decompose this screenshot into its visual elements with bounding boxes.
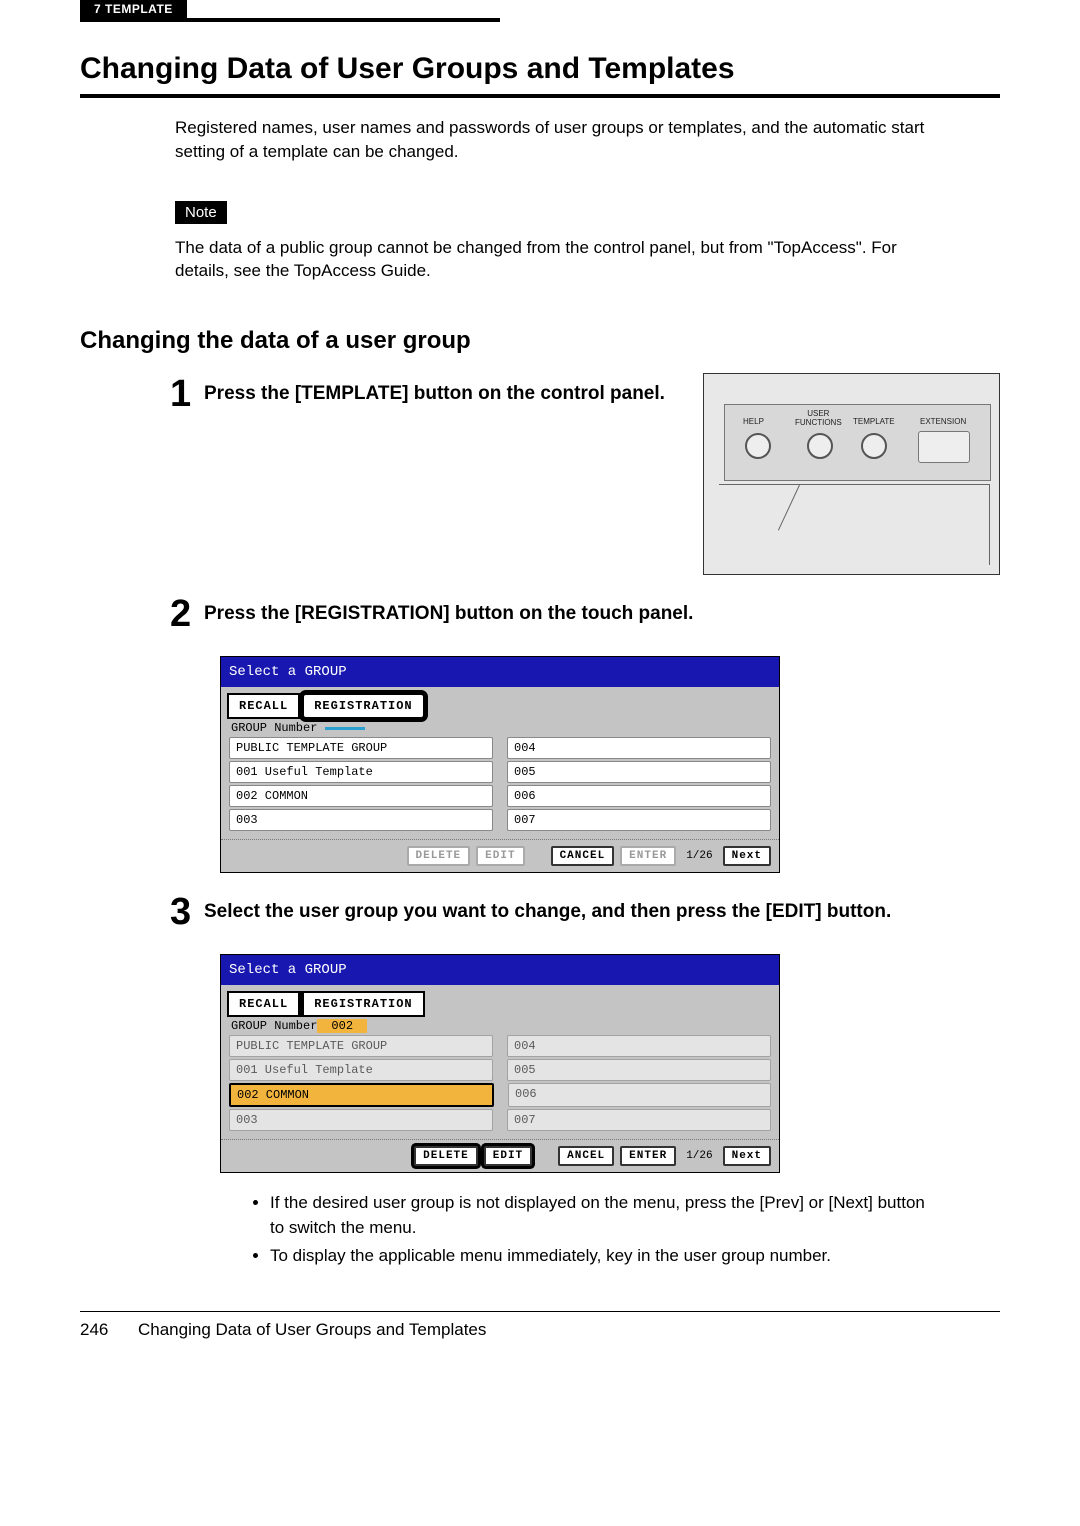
group-row[interactable]: 006	[507, 785, 771, 807]
help-label: HELP	[743, 417, 764, 426]
template-label: TEMPLATE	[853, 417, 895, 426]
recall-tab[interactable]: RECALL	[227, 991, 302, 1017]
group-row-selected[interactable]: 002 COMMON	[229, 1083, 494, 1107]
section-heading: Changing the data of a user group	[80, 327, 1000, 355]
step-text: Select the user group you want to change…	[204, 899, 1000, 926]
group-row[interactable]: 005	[507, 761, 771, 783]
group-row[interactable]: 005	[507, 1059, 771, 1081]
bullet-item: If the desired user group is not display…	[270, 1191, 940, 1240]
help-button[interactable]	[745, 433, 771, 459]
group-row[interactable]: PUBLIC TEMPLATE GROUP	[229, 737, 493, 759]
group-row[interactable]: 001 Useful Template	[229, 1059, 493, 1081]
step-number: 3	[170, 891, 204, 934]
screen-title: Select a GROUP	[221, 657, 779, 687]
cancel-button[interactable]: CANCEL	[551, 846, 615, 866]
group-number-value[interactable]: 002	[317, 1019, 367, 1033]
footer-title: Changing Data of User Groups and Templat…	[138, 1320, 486, 1340]
user-functions-label: USER FUNCTIONS	[795, 409, 842, 427]
page-title: Changing Data of User Groups and Templat…	[80, 52, 1000, 86]
delete-button[interactable]: DELETE	[407, 846, 471, 866]
chapter-tab: 7 TEMPLATE	[80, 0, 187, 20]
edit-button[interactable]: EDIT	[476, 846, 524, 866]
group-row[interactable]: 003	[229, 1109, 493, 1131]
group-row[interactable]: 007	[507, 1109, 771, 1131]
bullet-item: To display the applicable menu immediate…	[270, 1244, 940, 1269]
note-text: The data of a public group cannot be cha…	[175, 236, 955, 284]
extension-button[interactable]	[918, 431, 970, 463]
group-row[interactable]: 001 Useful Template	[229, 761, 493, 783]
group-row[interactable]: 003	[229, 809, 493, 831]
registration-tab[interactable]: REGISTRATION	[302, 693, 424, 719]
page-indicator: 1/26	[686, 1150, 712, 1162]
group-number-label: GROUP Number	[231, 721, 317, 735]
delete-button[interactable]: DELETE	[414, 1146, 478, 1166]
step-text: Press the [REGISTRATION] button on the t…	[204, 601, 1000, 628]
template-button[interactable]	[861, 433, 887, 459]
group-row[interactable]: 004	[507, 737, 771, 759]
step-number: 2	[170, 593, 204, 636]
cancel-button[interactable]: ANCEL	[558, 1146, 614, 1166]
step-number: 1	[170, 373, 204, 416]
group-row[interactable]: 006	[508, 1083, 771, 1107]
step-text: Press the [TEMPLATE] button on the contr…	[204, 381, 683, 408]
intro-text: Registered names, user names and passwor…	[175, 116, 955, 164]
group-row[interactable]: 007	[507, 809, 771, 831]
control-panel-illustration: HELP USER FUNCTIONS TEMPLATE EXTENSION	[703, 373, 1000, 575]
enter-button[interactable]: ENTER	[620, 1146, 676, 1166]
recall-tab[interactable]: RECALL	[227, 693, 302, 719]
touch-panel-screenshot-1: Select a GROUP RECALL REGISTRATION GROUP…	[220, 656, 780, 873]
group-row[interactable]: 002 COMMON	[229, 785, 493, 807]
group-number-label: GROUP Number	[231, 1019, 317, 1033]
group-row[interactable]: 004	[507, 1035, 771, 1057]
page-indicator: 1/26	[686, 850, 712, 862]
next-button[interactable]: Next	[723, 846, 771, 866]
next-button[interactable]: Next	[723, 1146, 771, 1166]
screen-title: Select a GROUP	[221, 955, 779, 985]
extension-label: EXTENSION	[920, 417, 966, 426]
edit-button[interactable]: EDIT	[484, 1146, 532, 1166]
page-number: 246	[80, 1320, 138, 1340]
user-functions-button[interactable]	[807, 433, 833, 459]
registration-tab[interactable]: REGISTRATION	[302, 991, 424, 1017]
group-row[interactable]: PUBLIC TEMPLATE GROUP	[229, 1035, 493, 1057]
group-number-field[interactable]	[325, 727, 365, 730]
enter-button[interactable]: ENTER	[620, 846, 676, 866]
touch-panel-screenshot-2: Select a GROUP RECALL REGISTRATION GROUP…	[220, 954, 780, 1173]
note-badge: Note	[175, 201, 227, 224]
